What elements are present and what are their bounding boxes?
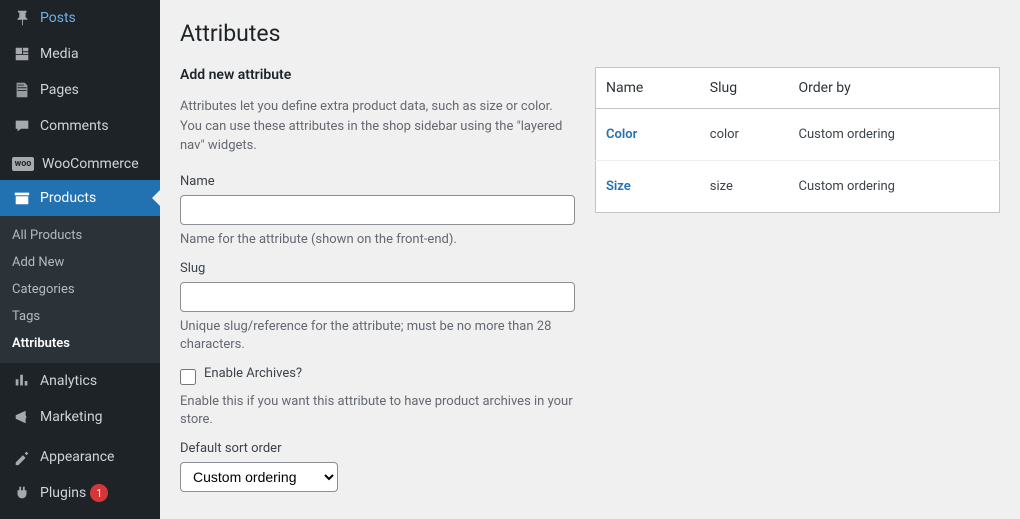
menu-products[interactable]: Products (0, 180, 160, 216)
page-title: Attributes (180, 20, 1000, 47)
comment-icon (12, 116, 32, 136)
submenu-add-new[interactable]: Add New (0, 249, 160, 276)
menu-media[interactable]: Media (0, 36, 160, 72)
attributes-table: Name Slug Order by Color color Custom or… (595, 67, 1000, 213)
attribute-orderby: Custom ordering (789, 109, 1000, 161)
menu-label: Pages (40, 82, 79, 98)
plugins-icon (12, 483, 32, 503)
add-attribute-form: Add new attribute Attributes let you def… (180, 67, 575, 504)
table-row: Size size Custom ordering (596, 161, 1000, 213)
media-icon (12, 44, 32, 64)
appearance-icon (12, 447, 32, 467)
plugins-badge: 1 (90, 484, 108, 502)
content-area: Attributes Add new attribute Attributes … (160, 0, 1020, 519)
menu-label: Products (40, 190, 96, 206)
menu-label: Analytics (40, 373, 97, 389)
woo-icon: woo (12, 157, 34, 171)
col-slug[interactable]: Slug (700, 68, 789, 109)
submenu-attributes[interactable]: Attributes (0, 330, 160, 357)
col-orderby[interactable]: Order by (789, 68, 1000, 109)
menu-appearance[interactable]: Appearance (0, 439, 160, 475)
col-name[interactable]: Name (596, 68, 700, 109)
submenu-all-products[interactable]: All Products (0, 222, 160, 249)
menu-comments[interactable]: Comments (0, 108, 160, 144)
menu-label: WooCommerce (42, 156, 139, 172)
archives-hint: Enable this if you want this attribute t… (180, 393, 575, 429)
attribute-link[interactable]: Color (606, 127, 637, 142)
slug-input[interactable] (180, 282, 575, 312)
menu-pages[interactable]: Pages (0, 72, 160, 108)
archives-label: Enable Archives? (204, 366, 302, 381)
analytics-icon (12, 371, 32, 391)
attribute-link[interactable]: Size (606, 179, 631, 194)
products-icon (12, 188, 32, 208)
name-input[interactable] (180, 195, 575, 225)
menu-woocommerce[interactable]: woo WooCommerce (0, 148, 160, 180)
attribute-slug: color (700, 109, 789, 161)
sort-label: Default sort order (180, 441, 575, 456)
sort-select[interactable]: Custom ordering (180, 462, 338, 492)
pin-icon (12, 8, 32, 28)
name-hint: Name for the attribute (shown on the fro… (180, 231, 575, 249)
menu-label: Comments (40, 118, 109, 134)
attribute-slug: size (700, 161, 789, 213)
form-heading: Add new attribute (180, 67, 575, 83)
slug-label: Slug (180, 261, 575, 276)
attributes-table-wrap: Name Slug Order by Color color Custom or… (595, 67, 1000, 504)
attribute-orderby: Custom ordering (789, 161, 1000, 213)
submenu-tags[interactable]: Tags (0, 303, 160, 330)
name-label: Name (180, 174, 575, 189)
page-icon (12, 80, 32, 100)
marketing-icon (12, 407, 32, 427)
slug-hint: Unique slug/reference for the attribute;… (180, 318, 575, 354)
menu-label: Plugins (40, 485, 86, 501)
menu-analytics[interactable]: Analytics (0, 363, 160, 399)
submenu-categories[interactable]: Categories (0, 276, 160, 303)
menu-label: Marketing (40, 409, 103, 425)
menu-label: Appearance (40, 449, 114, 465)
menu-posts[interactable]: Posts (0, 0, 160, 36)
menu-marketing[interactable]: Marketing (0, 399, 160, 435)
admin-sidebar: Posts Media Pages Comments woo WooCommer… (0, 0, 160, 519)
archives-checkbox[interactable] (180, 369, 196, 385)
menu-label: Posts (40, 10, 76, 26)
products-submenu: All Products Add New Categories Tags Att… (0, 216, 160, 363)
table-row: Color color Custom ordering (596, 109, 1000, 161)
menu-plugins[interactable]: Plugins 1 (0, 475, 160, 511)
form-description: Attributes let you define extra product … (180, 97, 575, 156)
menu-label: Media (40, 46, 79, 62)
